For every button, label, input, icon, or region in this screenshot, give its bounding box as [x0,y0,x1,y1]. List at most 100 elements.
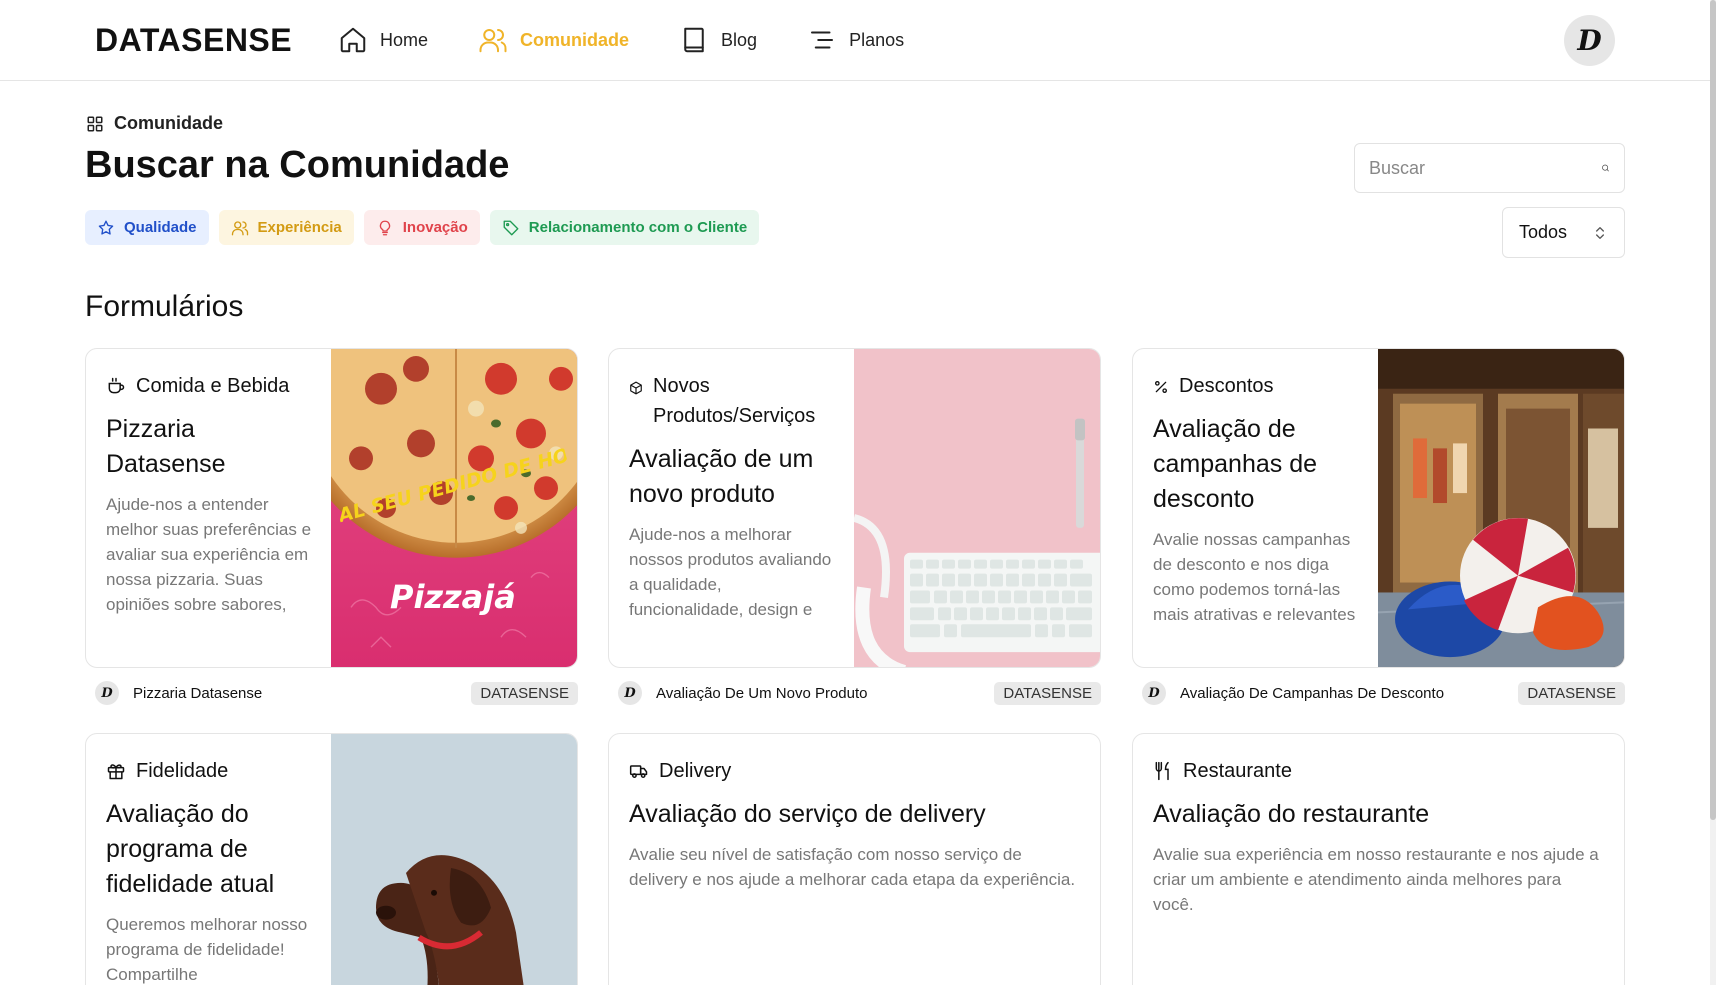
star-icon [98,220,114,235]
form-card[interactable]: Comida e Bebida Pizzaria Datasense Ajude… [85,348,578,668]
card-text: Restaurante Avaliação do restaurante Ava… [1133,734,1624,917]
card-category-label: Novos Produtos/Serviços [653,375,816,427]
author-name[interactable]: Pizzaria Datasense [133,685,471,702]
cup-icon [108,377,125,394]
author-name[interactable]: Avaliação De Um Novo Produto [656,685,994,702]
author-badge: DATASENSE [1518,681,1625,705]
utensils-icon [1155,761,1169,781]
keyboard-image [854,349,1100,667]
book-icon [684,27,704,53]
pizza-brand-logo: Pizzajá [390,578,516,616]
user-avatar[interactable]: D [1564,15,1615,66]
card-title: Avaliação de um novo produto [629,445,814,508]
form-card[interactable]: Delivery Avaliação do serviço de deliver… [608,733,1101,985]
card-description: Ajude-nos a entender melhor suas preferê… [106,495,312,614]
scrollbar-thumb[interactable] [1710,0,1716,820]
dog-image [331,734,577,985]
author-avatar: D [1142,681,1166,705]
nav-planos[interactable]: Planos [807,24,904,56]
search-box [1354,143,1625,193]
nav-blog-label: Blog [721,29,758,50]
card-category: Descontos [1153,371,1360,401]
author-badge: DATASENSE [994,681,1101,705]
breadcrumb-label: Comunidade [114,113,224,133]
card-text: Comida e Bebida Pizzaria Datasense Ajude… [86,349,333,617]
card-description: Avalie sua experiência em nosso restaura… [1153,845,1599,914]
card-text: Fidelidade Avaliação do programa de fide… [86,734,333,985]
filter-select-value: Todos [1519,222,1568,242]
card-description: Avalie seu nível de satisfação com nosso… [629,845,1076,889]
nav-home-label: Home [380,29,429,50]
percent-icon [1155,381,1167,393]
card-category-label: Comida e Bebida [136,375,290,397]
author-avatar: D [95,681,119,705]
users-icon [479,29,507,53]
card-text: Novos Produtos/Serviços Avaliação de um … [609,349,856,622]
logo[interactable]: DATASENSE [95,22,292,59]
card-category-label: Fidelidade [136,760,229,782]
section-title: Formulários [85,290,244,323]
card-description: Avalie nossas campanhas de desconto e no… [1153,530,1356,624]
card-category: Novos Produtos/Serviços [629,371,836,431]
tag-label: Relacionamento com o Cliente [528,219,748,236]
author-badge: DATASENSE [471,681,578,705]
main-nav: Home Comunidade Blog Planos [338,24,954,56]
nav-planos-label: Planos [849,29,905,50]
truck-icon [629,765,648,778]
form-card[interactable]: Descontos Avaliação de campanhas de desc… [1132,348,1625,668]
tag-relacionamento[interactable]: Relacionamento com o Cliente [489,210,760,245]
card-title: Avaliação do restaurante [1153,800,1430,828]
users-icon [231,220,248,235]
lightbulb-icon [379,220,390,235]
author-avatar: D [618,681,642,705]
card-footer: D Pizzaria Datasense DATASENSE [85,680,578,706]
card-category-label: Restaurante [1183,760,1292,782]
nav-home[interactable]: Home [338,24,428,56]
tag-label: Qualidade [124,219,197,236]
author-name[interactable]: Avaliação De Campanhas De Desconto [1180,685,1518,702]
search-input[interactable] [1369,157,1601,179]
card-category-label: Delivery [659,760,732,782]
tag-filters: Qualidade Experiência Inovação Relaciona… [85,210,760,245]
card-category-label: Descontos [1179,375,1274,397]
card-title: Avaliação do programa de fidelidade atua… [106,800,275,898]
gift-icon [107,764,125,780]
card-category: Comida e Bebida [106,371,313,401]
box-icon [630,381,642,395]
card-title: Avaliação de campanhas de desconto [1153,415,1318,513]
nav-blog[interactable]: Blog [679,24,757,56]
tag-label: Experiência [257,219,342,236]
grid-icon [87,116,103,131]
card-category: Delivery [629,756,1082,786]
tag-inovacao[interactable]: Inovação [363,210,480,245]
filter-select[interactable]: Todos [1502,207,1625,258]
card-footer: D Avaliação De Campanhas De Desconto DAT… [1132,680,1625,706]
card-description: Queremos melhorar nosso programa de fide… [106,915,308,984]
card-title: Pizzaria Datasense [106,415,226,478]
form-card[interactable]: Restaurante Avaliação do restaurante Ava… [1132,733,1625,985]
card-title: Avaliação do serviço de delivery [629,800,986,828]
home-icon [340,27,366,53]
tag-label: Inovação [402,219,468,236]
breadcrumb: Comunidade [86,113,223,134]
search-icon[interactable] [1601,158,1610,178]
tag-qualidade[interactable]: Qualidade [85,210,209,245]
tag-experiencia[interactable]: Experiência [218,210,354,245]
chevron-up-down-icon [1596,226,1604,239]
nav-comunidade[interactable]: Comunidade [478,24,629,56]
card-text: Descontos Avaliação de campanhas de desc… [1133,349,1380,627]
page-title: Buscar na Comunidade [85,144,510,186]
nav-comunidade-label: Comunidade [520,29,630,50]
card-text: Delivery Avaliação do serviço de deliver… [609,734,1100,892]
card-category: Restaurante [1153,756,1606,786]
scrollbar[interactable] [1710,0,1716,985]
card-footer: D Avaliação De Um Novo Produto DATASENSE [608,680,1101,706]
card-description: Ajude-nos a melhorar nossos produtos ava… [629,525,832,619]
list-icon [811,31,834,49]
form-card[interactable]: Novos Produtos/Serviços Avaliação de um … [608,348,1101,668]
storefront-image [1378,349,1624,667]
form-card[interactable]: Fidelidade Avaliação do programa de fide… [85,733,578,985]
tag-icon [503,220,519,235]
top-navbar: DATASENSE Home Comunidade Blog Planos D [0,0,1710,81]
card-category: Fidelidade [106,756,313,786]
